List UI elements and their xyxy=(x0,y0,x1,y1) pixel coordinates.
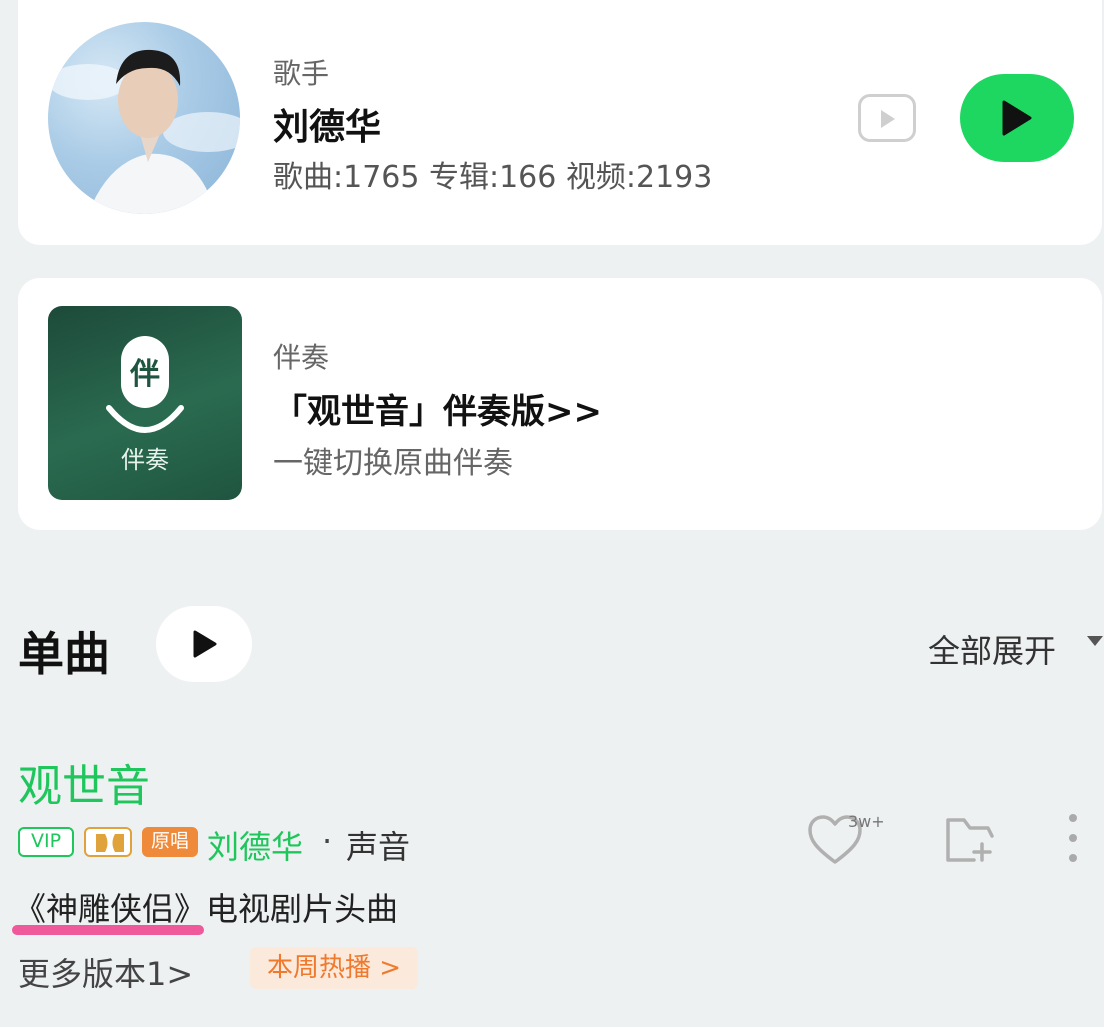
weekly-hot-tag[interactable]: 本周热播 > xyxy=(250,947,418,989)
dolby-badge xyxy=(84,827,132,857)
video-play-button[interactable] xyxy=(858,94,916,142)
accompaniment-glyph: 伴 xyxy=(129,357,160,392)
song-album[interactable]: 声音 xyxy=(346,822,410,868)
separator-dot: · xyxy=(322,822,333,860)
song-description: 《神雕侠侣》电视剧片头曲 xyxy=(14,890,399,928)
accompaniment-cover-label: 伴奏 xyxy=(121,446,169,474)
play-icon xyxy=(193,630,217,658)
favorite-count: 3w+ xyxy=(848,812,885,831)
more-versions-link[interactable]: 更多版本1> xyxy=(18,949,193,995)
artist-avatar[interactable] xyxy=(48,22,240,214)
caret-down-icon[interactable] xyxy=(1086,635,1104,647)
vip-badge: VIP xyxy=(18,827,74,857)
section-play-button[interactable] xyxy=(156,606,252,682)
artist-name[interactable]: 刘德华 xyxy=(273,98,381,150)
artist-card[interactable]: 歌手 刘德华 歌曲:1765 专辑:166 视频:2193 xyxy=(18,0,1102,245)
accompaniment-subtitle: 一键切换原曲伴奏 xyxy=(273,446,513,481)
highlight-underline xyxy=(12,925,204,935)
accompaniment-card[interactable]: 伴 伴奏 伴奏 「观世音」伴奏版>> 一键切换原曲伴奏 xyxy=(18,278,1102,530)
more-options-icon[interactable] xyxy=(1066,812,1080,864)
song-artist[interactable]: 刘德华 xyxy=(207,822,303,868)
section-title: 单曲 xyxy=(18,627,110,681)
play-all-button[interactable] xyxy=(960,74,1074,162)
dolby-icon xyxy=(96,834,124,852)
song-title[interactable]: 观世音 xyxy=(18,750,150,814)
accompaniment-cover: 伴 伴奏 xyxy=(48,306,242,500)
expand-all-button[interactable]: 全部展开 xyxy=(928,626,1056,672)
microphone-icon: 伴 xyxy=(106,336,184,433)
artist-tag: 歌手 xyxy=(273,57,330,90)
accompaniment-tag: 伴奏 xyxy=(273,341,330,374)
original-badge: 原唱 xyxy=(142,827,198,857)
add-to-playlist-icon[interactable] xyxy=(944,816,996,864)
artist-stats: 歌曲:1765 专辑:166 视频:2193 xyxy=(273,160,713,195)
play-icon xyxy=(1002,100,1032,136)
artist-photo xyxy=(48,49,240,214)
video-icon xyxy=(881,110,895,128)
accompaniment-title[interactable]: 「观世音」伴奏版>> xyxy=(273,384,602,433)
